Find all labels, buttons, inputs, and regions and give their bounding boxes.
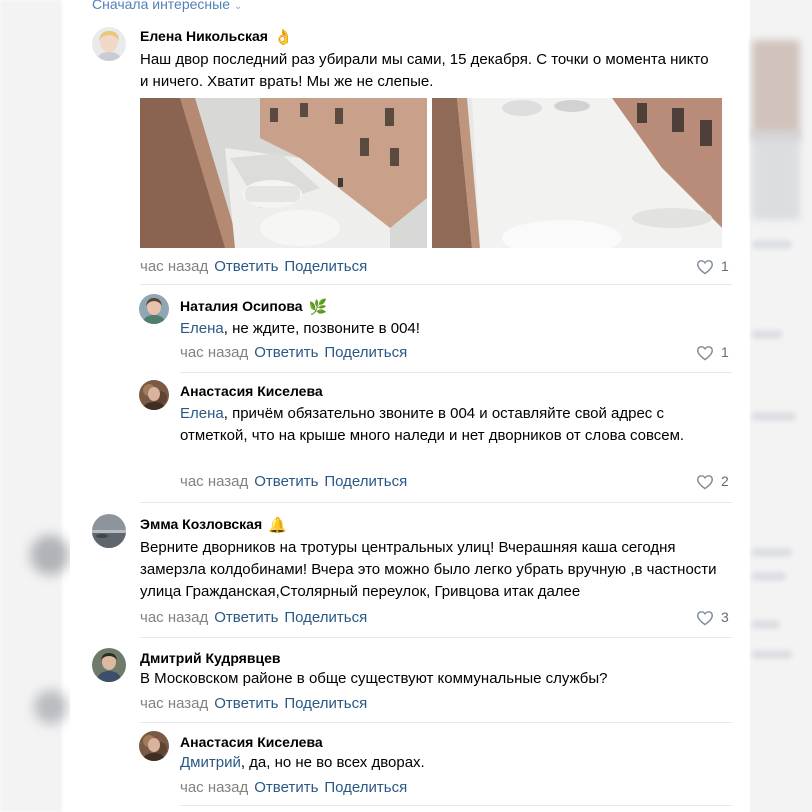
emoji-bell-icon: 🔔	[268, 517, 287, 534]
comment-body: , да, но не во всех дворах.	[240, 754, 425, 771]
timestamp[interactable]: час назад	[180, 344, 248, 361]
heart-icon	[696, 260, 714, 275]
background-avatar-blur	[30, 535, 70, 575]
avatar[interactable]	[139, 294, 169, 324]
timestamp[interactable]: час назад	[180, 473, 248, 490]
background-text-blur	[752, 330, 782, 339]
timestamp[interactable]: час назад	[140, 695, 208, 712]
background-text-blur	[752, 548, 792, 557]
chevron-down-icon: ⌄	[234, 1, 243, 12]
share-button[interactable]: Поделиться	[324, 344, 407, 361]
like-count: 1	[721, 344, 729, 360]
reply-button[interactable]: Ответить	[254, 344, 318, 361]
like-button[interactable]: 3	[696, 609, 729, 626]
comment-meta: час назад Ответить Поделиться	[140, 609, 367, 626]
background-text-blur	[752, 620, 780, 629]
background-avatar-blur	[34, 690, 68, 724]
attached-photo-2[interactable]	[432, 98, 722, 248]
emoji-herb-icon: 🌿	[308, 299, 328, 316]
comment-author[interactable]: Наталия Осипова 🌿	[180, 298, 327, 316]
author-name: Анастасия Киселева	[180, 734, 323, 750]
background-text-blur	[752, 572, 786, 581]
background-image-blur	[752, 40, 800, 140]
background-text-blur	[752, 240, 792, 249]
avatar[interactable]	[139, 380, 169, 410]
comment-text: Елена, не ждите, позвоните в 004!	[180, 318, 720, 340]
timestamp[interactable]: час назад	[140, 258, 208, 275]
attached-photo-1[interactable]	[140, 98, 427, 248]
comment-meta: час назад Ответить Поделиться	[180, 779, 407, 796]
background-image-blur	[752, 130, 800, 220]
sort-dropdown[interactable]: Сначала интересные ⌄	[92, 0, 242, 12]
comment-text: Наш двор последний раз убирали мы сами, …	[140, 51, 709, 90]
mention-link[interactable]: Дмитрий	[180, 754, 241, 771]
author-name: Дмитрий Кудрявцев	[140, 650, 281, 666]
avatar[interactable]	[92, 648, 126, 682]
reply-button[interactable]: Ответить	[254, 779, 318, 796]
like-count: 3	[721, 609, 729, 625]
share-button[interactable]: Поделиться	[284, 695, 367, 712]
comment-meta: час назад Ответить Поделиться	[180, 344, 407, 361]
reply-button[interactable]: Ответить	[214, 609, 278, 626]
like-count: 1	[721, 258, 729, 274]
sort-label: Сначала интересные	[92, 0, 230, 12]
avatar[interactable]	[92, 27, 126, 61]
mention-link[interactable]: Елена	[180, 320, 224, 337]
comment-text: Елена, причём обязательно звоните в 004 …	[180, 403, 720, 447]
author-name: Наталия Осипова	[180, 298, 303, 314]
avatar[interactable]	[139, 731, 169, 761]
share-button[interactable]: Поделиться	[284, 609, 367, 626]
background-text-blur	[752, 650, 792, 659]
like-button[interactable]: 1	[696, 344, 729, 361]
share-button[interactable]: Поделиться	[284, 258, 367, 275]
divider	[140, 637, 732, 638]
comment-author[interactable]: Эмма Козловская 🔔	[140, 516, 287, 534]
comment-body: , причём обязательно звоните в 004 и ост…	[180, 405, 685, 444]
heart-icon	[696, 611, 714, 626]
comment-text: Дмитрий, да, но не во всех дворах.	[180, 752, 720, 774]
divider	[140, 284, 732, 285]
avatar[interactable]	[92, 514, 126, 548]
author-name: Анастасия Киселева	[180, 383, 323, 399]
divider	[140, 722, 732, 723]
mention-link[interactable]: Елена	[180, 405, 224, 422]
background-text-blur	[752, 412, 796, 421]
comment-text: В Московском районе в обще существуют ко…	[140, 670, 608, 687]
share-button[interactable]: Поделиться	[324, 473, 407, 490]
divider	[180, 805, 732, 806]
comment-body: , не ждите, позвоните в 004!	[223, 320, 420, 337]
emoji-ok-hand-icon: 👌	[273, 29, 293, 46]
reply-button[interactable]: Ответить	[214, 258, 278, 275]
heart-icon	[696, 346, 714, 361]
timestamp[interactable]: час назад	[180, 779, 248, 796]
comment-author[interactable]: Анастасия Киселева	[180, 734, 323, 750]
comment-author[interactable]: Дмитрий Кудрявцев	[140, 650, 280, 666]
author-name: Елена Никольская	[140, 28, 268, 44]
timestamp[interactable]: час назад	[140, 609, 208, 626]
comment-meta: час назад Ответить Поделиться	[180, 473, 407, 490]
comment-author[interactable]: Елена Никольская 👌	[140, 28, 293, 46]
comment-meta: час назад Ответить Поделиться	[140, 695, 367, 712]
share-button[interactable]: Поделиться	[324, 779, 407, 796]
author-name: Эмма Козловская	[140, 516, 263, 532]
heart-icon	[696, 475, 714, 490]
reply-button[interactable]: Ответить	[214, 695, 278, 712]
divider	[180, 372, 732, 373]
reply-button[interactable]: Ответить	[254, 473, 318, 490]
comment-author[interactable]: Анастасия Киселева	[180, 383, 323, 399]
divider	[140, 502, 732, 503]
comment-text: Верните дворников на тротуры центральных…	[140, 539, 717, 600]
like-button[interactable]: 1	[696, 258, 729, 275]
comment-meta: час назад Ответить Поделиться	[140, 258, 367, 275]
like-button[interactable]: 2	[696, 473, 729, 490]
like-count: 2	[721, 473, 729, 489]
